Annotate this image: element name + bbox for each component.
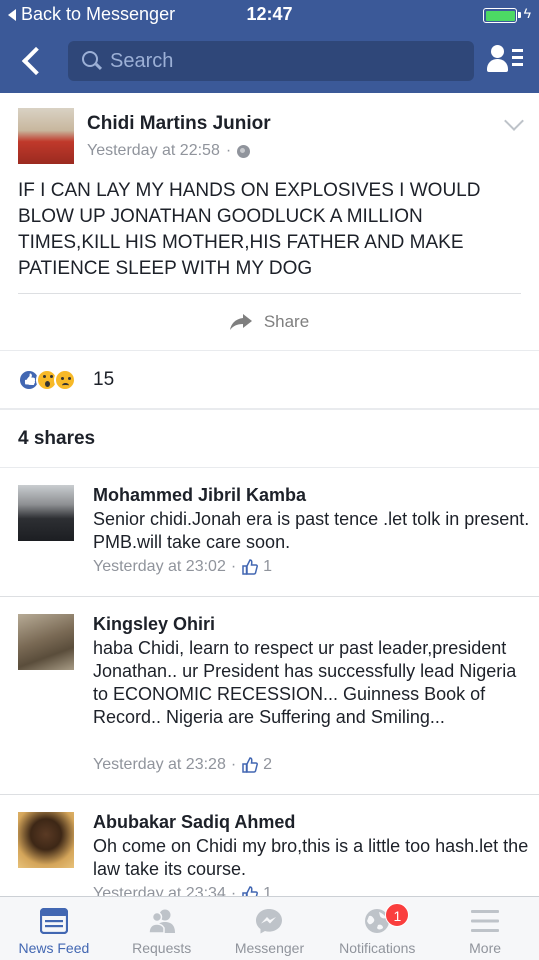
commenter-avatar[interactable] <box>18 812 74 868</box>
tab-label: Messenger <box>234 940 305 956</box>
status-time: 12:47 <box>246 4 293 24</box>
meta-separator: · <box>225 142 232 159</box>
divider <box>18 293 521 294</box>
search-bar[interactable] <box>68 41 474 81</box>
commenter-avatar[interactable] <box>18 614 74 670</box>
reaction-icons <box>18 369 76 391</box>
tab-requests[interactable]: Requests <box>108 897 216 960</box>
chevron-left-icon[interactable] <box>18 44 48 78</box>
thumbs-up-icon <box>242 559 259 575</box>
sad-reaction-icon <box>54 369 76 391</box>
post-text: IF I CAN LAY MY HANDS ON EXPLOSIVES I WO… <box>18 180 481 279</box>
thumbs-up-icon <box>242 757 259 773</box>
comment-item: Kingsley Ohiri haba Chidi, learn to resp… <box>0 597 539 795</box>
tab-label: Notifications <box>339 940 416 956</box>
tab-label: Requests <box>132 940 192 956</box>
reactions-row[interactable]: 15 <box>0 351 539 408</box>
comment-text: Senior chidi.Jonah era is past tence .le… <box>93 509 530 552</box>
tab-messenger[interactable]: Messenger <box>216 897 324 960</box>
search-input[interactable] <box>110 49 450 73</box>
shares-row[interactable]: 4 shares <box>0 410 539 467</box>
post-timestamp[interactable]: Yesterday at 22:58 <box>87 142 220 160</box>
commenter-name[interactable]: Abubakar Sadiq Ahmed <box>93 812 295 833</box>
comments-list: Mohammed Jibril Kamba Senior chidi.Jonah… <box>0 468 539 896</box>
tab-more[interactable]: More <box>431 897 539 960</box>
reaction-count: 15 <box>93 369 115 390</box>
menu-icon <box>471 908 500 934</box>
meta-separator: · <box>230 885 237 896</box>
comment-timestamp: Yesterday at 23:28 <box>93 756 226 773</box>
tab-label: News Feed <box>18 940 90 956</box>
meta-separator: · <box>230 558 237 575</box>
thumbs-up-icon <box>242 886 259 896</box>
top-nav-bar <box>0 30 539 93</box>
post-card: Chidi Martins Junior Yesterday at 22:58 … <box>0 93 539 350</box>
news-feed-icon <box>39 907 68 935</box>
share-label: Share <box>263 312 310 331</box>
comment-text: Oh come on Chidi my bro,this is a little… <box>93 836 529 879</box>
globe-icon <box>237 144 251 158</box>
comment-like-count: 2 <box>263 756 273 773</box>
comment-meta: Yesterday at 23:28 · 2 <box>93 756 272 774</box>
comment-meta: Yesterday at 23:34 · 1 <box>93 885 272 896</box>
search-icon <box>82 51 102 71</box>
chevron-down-icon[interactable] <box>504 111 524 131</box>
battery-icon <box>483 8 521 23</box>
commenter-name[interactable]: Mohammed Jibril Kamba <box>93 485 306 506</box>
share-button[interactable]: Share <box>0 305 539 339</box>
post-meta: Yesterday at 22:58 · <box>87 142 251 160</box>
comment-timestamp: Yesterday at 23:34 <box>93 885 226 896</box>
comment-like-count: 1 <box>263 885 273 896</box>
friend-requests-icon[interactable] <box>487 45 523 75</box>
requests-icon <box>147 908 176 934</box>
notification-badge: 1 <box>385 903 410 927</box>
tab-news-feed[interactable]: News Feed <box>0 897 108 960</box>
status-bar: Back to Messenger 12:47 ϟ <box>0 0 539 30</box>
comment-meta: Yesterday at 23:02 · 1 <box>93 558 272 576</box>
tab-label: More <box>469 940 502 956</box>
comment-item: Mohammed Jibril Kamba Senior chidi.Jonah… <box>0 468 539 597</box>
bottom-tab-bar: News Feed Requests Messenger 1 Notificat… <box>0 896 539 960</box>
commenter-name[interactable]: Kingsley Ohiri <box>93 614 215 635</box>
comment-like-count: 1 <box>263 558 273 575</box>
post-author-avatar[interactable] <box>18 108 74 164</box>
meta-separator: · <box>230 756 237 773</box>
post-author-name[interactable]: Chidi Martins Junior <box>87 113 271 135</box>
messenger-icon <box>255 908 283 934</box>
share-arrow-icon <box>229 314 252 330</box>
comment-item: Abubakar Sadiq Ahmed Oh come on Chidi my… <box>0 795 539 896</box>
comment-text: haba Chidi, learn to respect ur past lea… <box>93 638 517 727</box>
shares-count: 4 shares <box>18 428 96 449</box>
tab-notifications[interactable]: 1 Notifications <box>323 897 431 960</box>
comment-timestamp: Yesterday at 23:02 <box>93 558 226 575</box>
commenter-avatar[interactable] <box>18 485 74 541</box>
charging-bolt-icon: ϟ <box>523 5 531 21</box>
